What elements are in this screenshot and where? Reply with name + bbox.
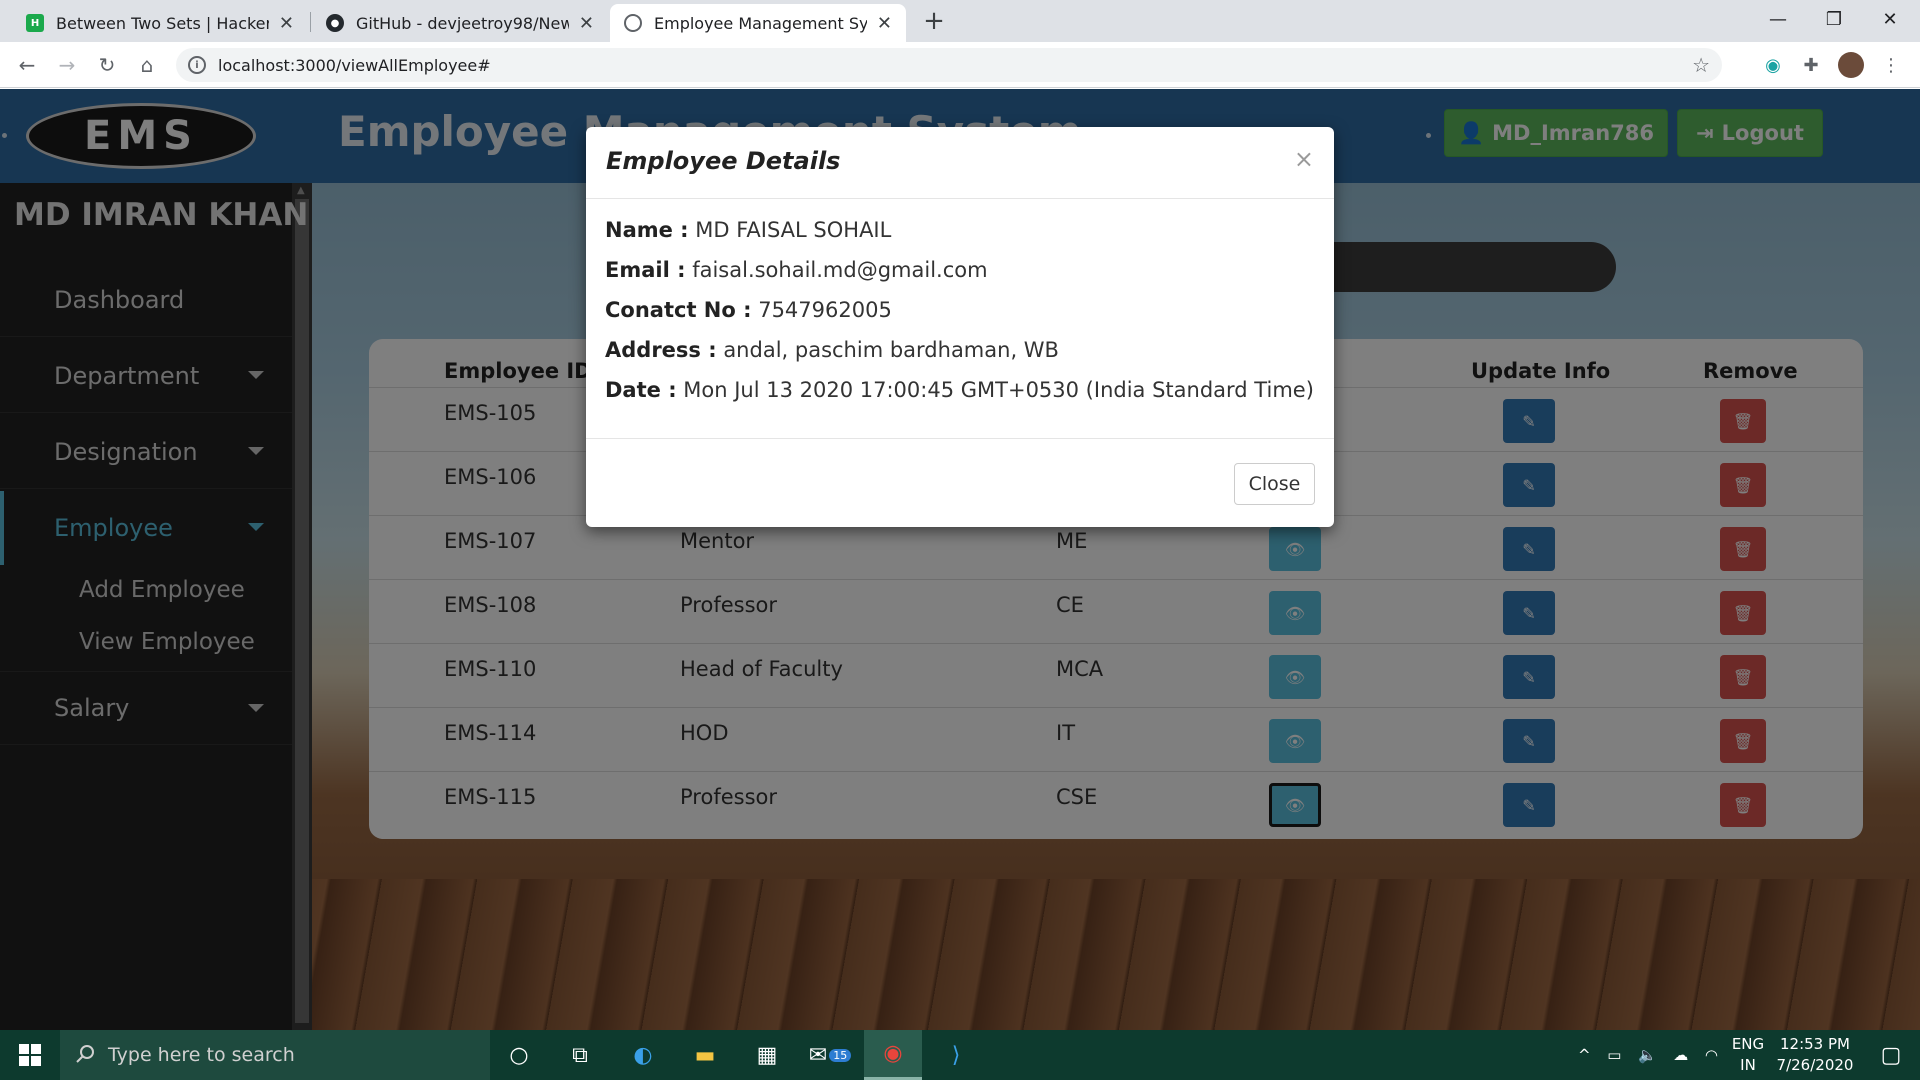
detail-value: MD FAISAL SOHAIL [695, 218, 892, 242]
window-close-icon[interactable]: ✕ [1862, 0, 1918, 38]
clock-date: 7/26/2020 [1776, 1056, 1854, 1074]
tab-title: GitHub - devjeetroy98/NewsX: Th [356, 13, 569, 33]
detail-name: Name : MD FAISAL SOHAIL [605, 218, 891, 242]
minimize-icon[interactable]: — [1750, 0, 1806, 38]
close-button[interactable]: Close [1234, 463, 1315, 505]
detail-date: Date : Mon Jul 13 2020 17:00:45 GMT+0530… [605, 378, 1314, 402]
detail-value: faisal.sohail.md@gmail.com [692, 258, 988, 282]
windows-start-icon[interactable] [0, 1030, 60, 1080]
home-icon[interactable]: ⌂ [132, 50, 162, 80]
detail-value: andal, paschim bardhaman, WB [723, 338, 1059, 362]
modal-divider [586, 198, 1334, 199]
address-bar[interactable]: i localhost:3000/viewAllEmployee# ☆ [176, 48, 1722, 82]
reload-icon[interactable]: ↻ [92, 50, 122, 80]
taskbar-clock[interactable]: 12:53 PM 7/26/2020 [1768, 1034, 1862, 1076]
edge-icon[interactable]: ◐ [614, 1030, 672, 1080]
mail-icon[interactable]: ✉ 15 [801, 1030, 859, 1080]
profile-avatar[interactable] [1838, 52, 1864, 78]
bookmark-star-icon[interactable]: ☆ [1692, 53, 1710, 77]
detail-value: Mon Jul 13 2020 17:00:45 GMT+0530 (India… [683, 378, 1314, 402]
mail-badge: 15 [829, 1048, 852, 1062]
close-icon[interactable]: ✕ [279, 13, 294, 34]
forward-icon[interactable]: → [52, 50, 82, 80]
lang-top: ENG [1731, 1035, 1765, 1053]
detail-email: Email : faisal.sohail.md@gmail.com [605, 258, 988, 282]
detail-label: Address : [605, 338, 717, 362]
modal-close-icon[interactable]: × [1294, 145, 1314, 173]
new-tab-button[interactable]: + [919, 6, 949, 36]
detail-address: Address : andal, paschim bardhaman, WB [605, 338, 1059, 362]
notifications-icon[interactable]: ▢ [1862, 1030, 1920, 1080]
onedrive-icon[interactable]: ☁ [1673, 1046, 1688, 1064]
tab-github[interactable]: ● GitHub - devjeetroy98/NewsX: Th ✕ [312, 4, 608, 42]
battery-icon[interactable]: ▭ [1607, 1046, 1621, 1064]
tab-title: Between Two Sets | HackerRank [56, 13, 269, 33]
menu-dots-icon[interactable]: ⋮ [1878, 52, 1904, 78]
system-tray: ^ ▭ 🔈 ☁ ◠ [1578, 1030, 1718, 1080]
employee-details-modal: Employee Details × Name : MD FAISAL SOHA… [586, 127, 1334, 527]
tab-separator [310, 12, 311, 32]
close-icon[interactable]: ✕ [579, 13, 594, 34]
search-placeholder: Type here to search [108, 1044, 295, 1066]
windows-taskbar: Type here to search ○ ⧉ ◐ ▬ ▦ ✉ 15 ◉ ⟩ ^ … [0, 1030, 1920, 1080]
modal-title: Employee Details [606, 147, 841, 175]
tray-chevron-icon[interactable]: ^ [1578, 1046, 1591, 1064]
lang-bottom: IN [1740, 1056, 1756, 1074]
close-icon[interactable]: ✕ [877, 13, 892, 34]
tab-ems[interactable]: Employee Management System ✕ [610, 4, 906, 42]
globe-icon [624, 14, 642, 32]
cortana-icon[interactable]: ○ [490, 1030, 548, 1080]
info-icon[interactable]: i [188, 56, 206, 74]
chrome-icon[interactable]: ◉ [864, 1030, 922, 1080]
language-indicator[interactable]: ENG IN [1728, 1034, 1768, 1076]
hackerrank-icon: H [26, 14, 44, 32]
task-view-icon[interactable]: ⧉ [551, 1030, 609, 1080]
detail-contact: Conatct No : 7547962005 [605, 298, 892, 322]
url-text: localhost:3000/viewAllEmployee# [218, 55, 491, 75]
volume-icon[interactable]: 🔈 [1638, 1046, 1657, 1064]
detail-value: 7547962005 [758, 298, 892, 322]
back-icon[interactable]: ← [12, 50, 42, 80]
detail-label: Email : [605, 258, 686, 282]
clock-time: 12:53 PM [1780, 1035, 1850, 1053]
tab-hackerrank[interactable]: H Between Two Sets | HackerRank ✕ [12, 4, 308, 42]
file-explorer-icon[interactable]: ▬ [676, 1030, 734, 1080]
app-page: EMS Employee Management System 👤 MD_Imra… [0, 89, 1920, 1030]
search-icon [76, 1045, 94, 1063]
puzzle-icon[interactable]: ✚ [1798, 52, 1824, 78]
wifi-icon[interactable]: ◠ [1705, 1046, 1718, 1064]
detail-label: Conatct No : [605, 298, 752, 322]
restore-icon[interactable]: ❐ [1806, 0, 1862, 38]
vscode-icon[interactable]: ⟩ [927, 1030, 985, 1080]
extension-icon[interactable]: ◉ [1760, 52, 1786, 78]
taskbar-search-input[interactable]: Type here to search [60, 1030, 490, 1080]
detail-label: Date : [605, 378, 677, 402]
modal-divider [586, 438, 1334, 439]
github-icon: ● [326, 14, 344, 32]
store-icon[interactable]: ▦ [738, 1030, 796, 1080]
detail-label: Name : [605, 218, 689, 242]
browser-toolbar: ← → ↻ ⌂ i localhost:3000/viewAllEmployee… [0, 42, 1920, 88]
browser-tab-bar: H Between Two Sets | HackerRank ✕ ● GitH… [0, 0, 1920, 42]
tab-title: Employee Management System [654, 13, 867, 33]
